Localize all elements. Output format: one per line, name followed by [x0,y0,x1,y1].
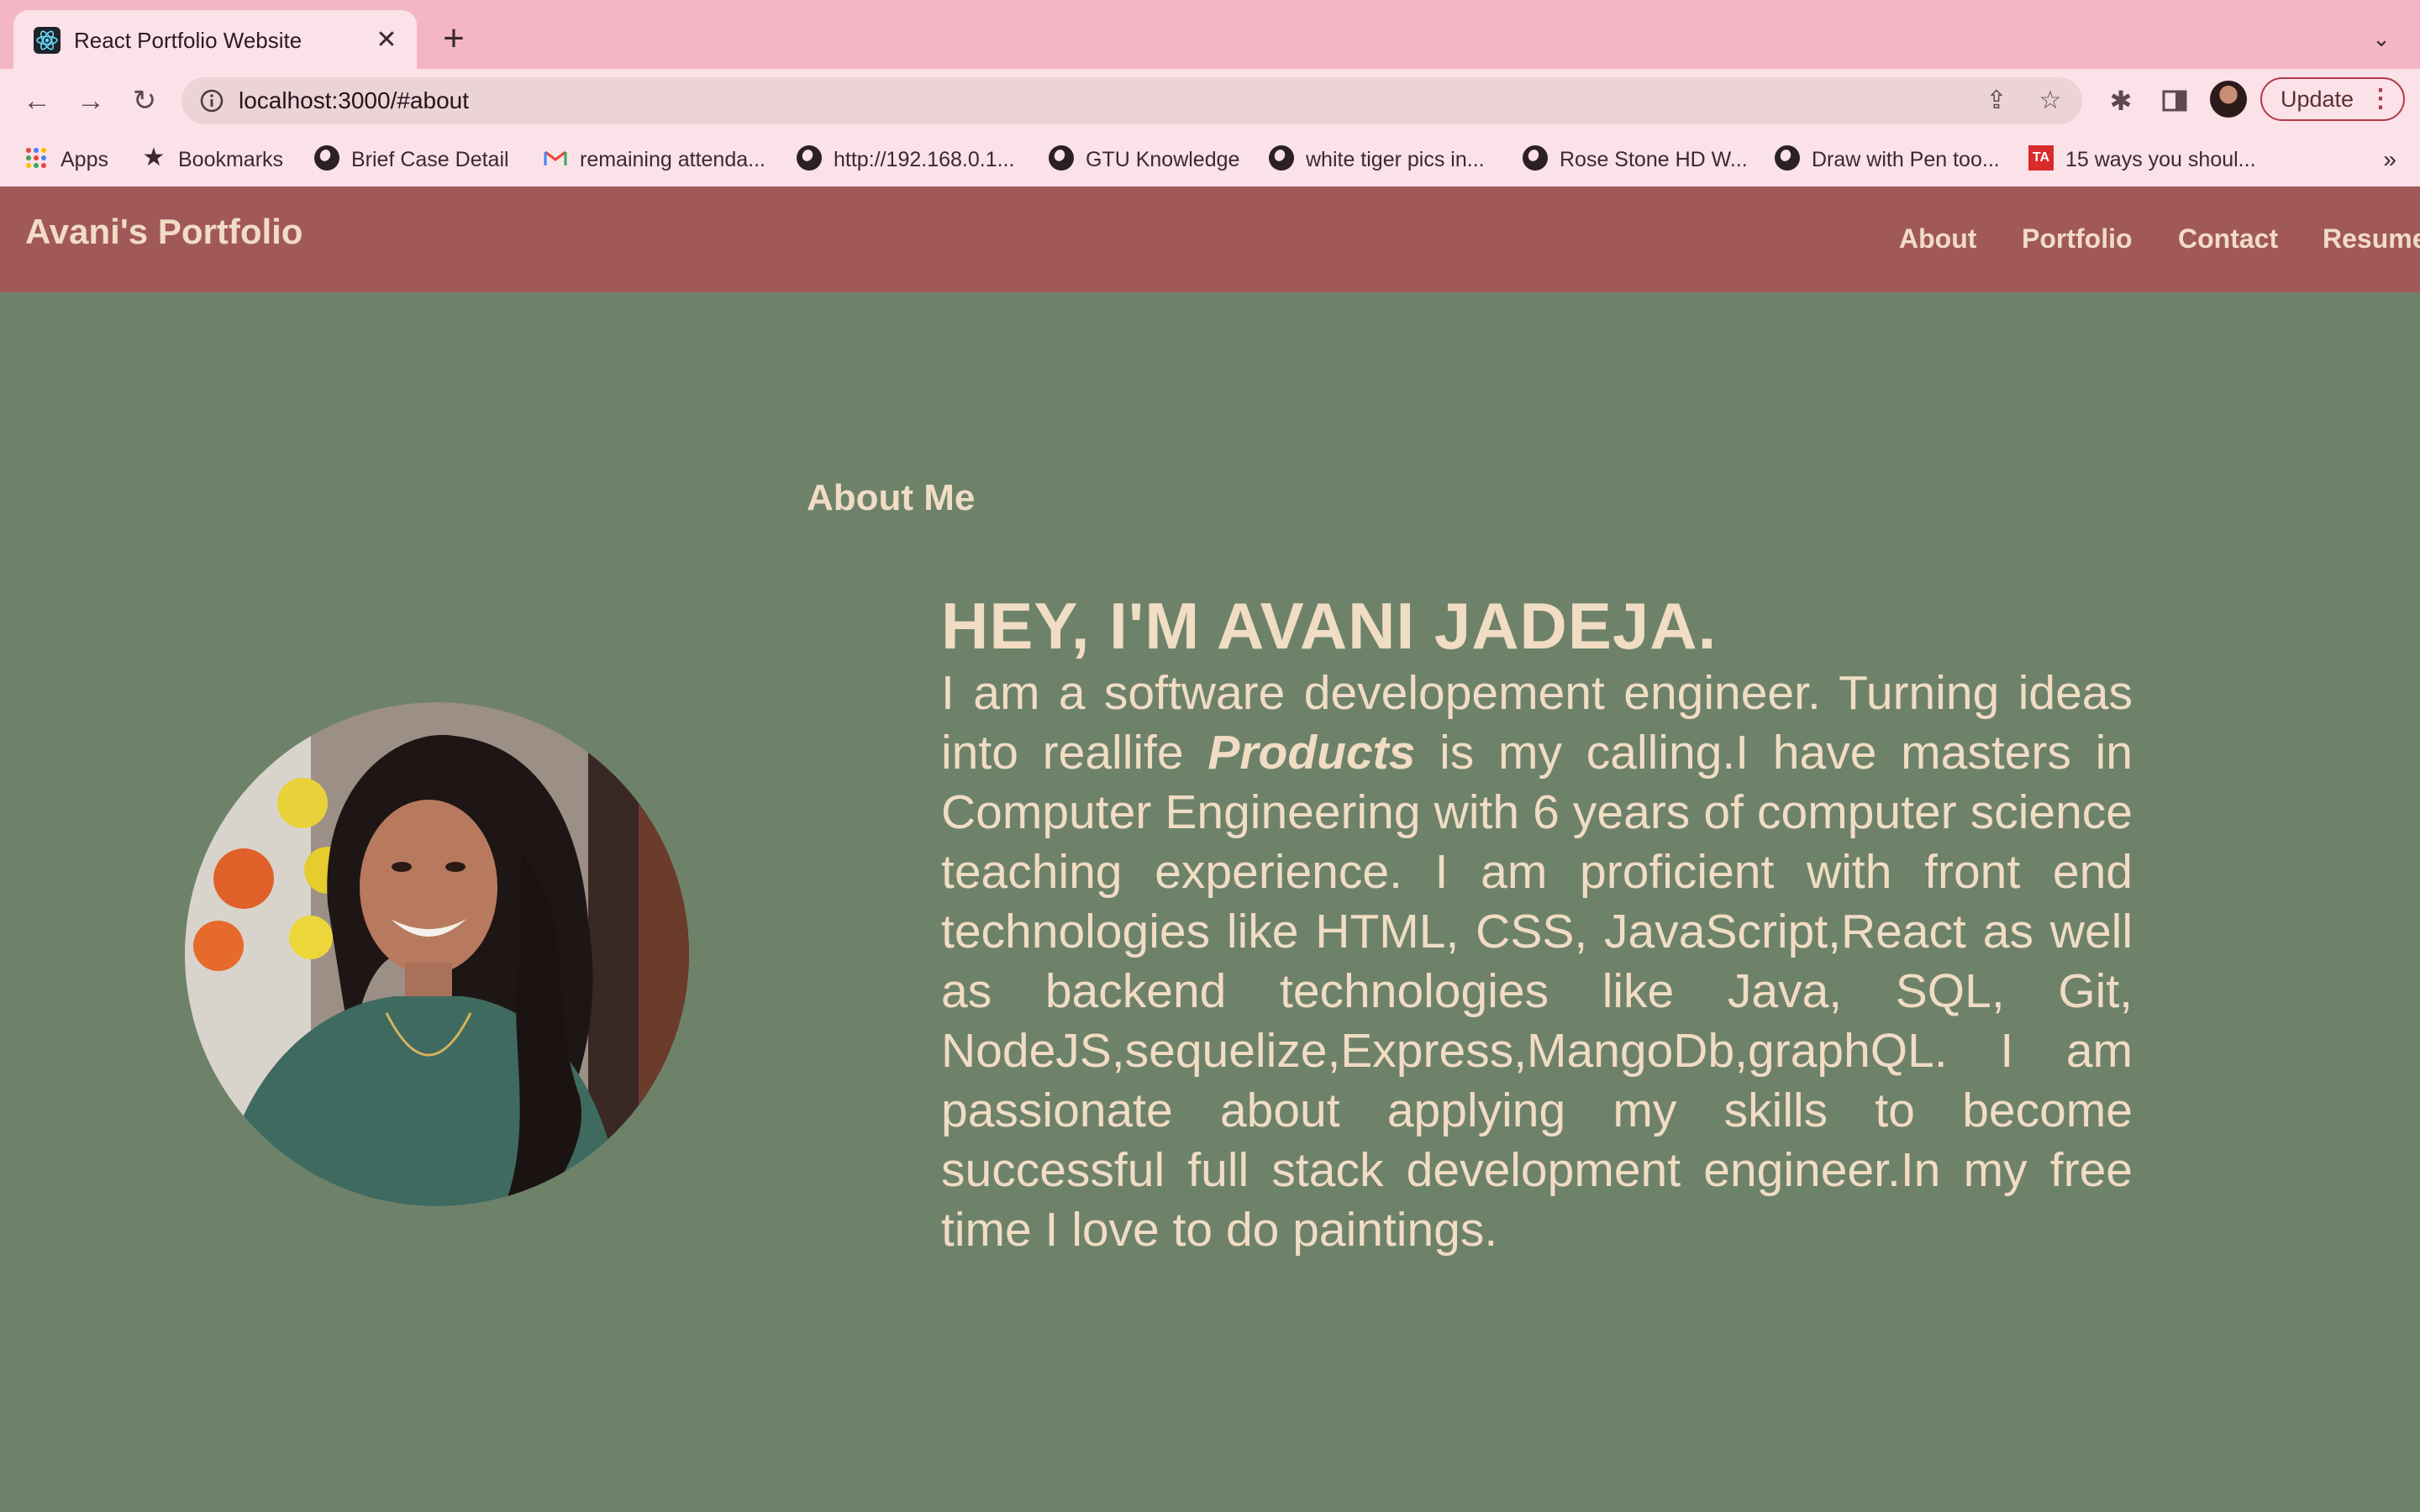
star-icon: ★ [142,144,166,172]
profile-photo [185,702,689,1206]
globe-icon [314,145,339,171]
nav-link-resume[interactable]: Resume [2323,223,2420,255]
url-text[interactable]: localhost:3000/#about [239,77,469,124]
bookmark-draw-with-pen[interactable]: Draw with Pen too... [1775,143,2000,176]
bookmark-gtu-knowledge[interactable]: GTU Knowledge [1049,143,1239,176]
profile-avatar[interactable] [2210,81,2247,118]
forward-arrow-icon[interactable]: → [71,81,111,121]
bookmark-remaining-attendance[interactable]: remaining attenda... [543,143,765,176]
back-arrow-icon[interactable]: ← [17,81,57,121]
tab-strip: React Portfolio Website ✕ + ⌄ [0,0,2420,69]
more-menu-icon[interactable]: ⋮ [2368,79,2393,119]
bookmark-label: Brief Case Detail [351,148,509,171]
bookmark-local-ip[interactable]: http://192.168.0.1... [797,143,1014,176]
side-panel-icon[interactable] [2158,84,2191,118]
update-button[interactable]: Update ⋮ [2260,77,2405,121]
bookmark-white-tiger[interactable]: white tiger pics in... [1269,143,1485,176]
tab-title: React Portfolio Website [74,28,302,53]
bookmark-star-icon[interactable]: ☆ [2035,86,2065,116]
bio-emphasis: Products [1207,726,1416,780]
section-title: About Me [807,477,976,518]
address-bar[interactable]: localhost:3000/#about ⇪ ☆ [182,77,2082,124]
site-info-icon[interactable] [198,87,225,114]
nav-link-contact[interactable]: Contact [2178,223,2278,255]
active-tab[interactable]: React Portfolio Website ✕ [13,10,417,69]
close-tab-icon[interactable]: ✕ [370,24,403,57]
update-label: Update [2281,87,2354,112]
site-brand[interactable]: Avani's Portfolio [25,212,302,252]
ta-icon: TA [2028,145,2054,171]
bookmark-label: remaining attenda... [580,148,765,171]
bio-paragraph: I am a software developement engineer. T… [941,664,2133,1260]
bookmark-label: Draw with Pen too... [1812,148,2000,171]
apps-grid-icon [24,145,49,171]
bookmark-apps[interactable]: Apps [24,143,108,176]
site-header: Avani's Portfolio About Portfolio Contac… [0,186,2420,292]
extensions-puzzle-icon[interactable]: ✱ [2104,84,2138,118]
reload-icon[interactable]: ↻ [124,81,165,121]
globe-icon [1269,145,1294,171]
bio-text-end: is my calling.I have masters in Computer… [941,726,2133,1257]
bookmark-label: Rose Stone HD W... [1560,148,1748,171]
bookmark-bookmarks[interactable]: ★ Bookmarks [141,143,284,176]
bookmark-label: 15 ways you shoul... [2065,148,2256,171]
bookmark-15-ways[interactable]: TA 15 ways you shoul... [2028,143,2256,176]
bookmark-rose-stone[interactable]: Rose Stone HD W... [1523,143,1748,176]
globe-icon [1049,145,1074,171]
new-tab-button[interactable]: + [434,20,474,60]
globe-icon [1775,145,1800,171]
browser-toolbar: ← → ↻ localhost:3000/#about ⇪ ☆ ✱ Update… [0,69,2420,133]
bookmark-label: http://192.168.0.1... [834,148,1015,171]
globe-icon [1523,145,1548,171]
bookmark-label: GTU Knowledge [1086,148,1240,171]
nav-link-portfolio[interactable]: Portfolio [2022,223,2133,255]
share-icon[interactable]: ⇪ [1981,86,2012,116]
gmail-icon [543,145,568,171]
globe-icon [797,145,822,171]
bookmark-label: Bookmarks [178,148,284,171]
bookmark-label: white tiger pics in... [1306,148,1485,171]
tab-search-chevron-icon[interactable]: ⌄ [2366,24,2396,54]
bookmark-brief-case-detail[interactable]: Brief Case Detail [314,143,509,176]
bookmarks-overflow-icon[interactable]: » [2383,143,2396,176]
intro-headline: HEY, I'M AVANI JADEJA. [941,589,1718,663]
bookmarks-bar: Apps ★ Bookmarks Brief Case Detail remain… [0,133,2420,187]
nav-link-about[interactable]: About [1899,223,1976,255]
react-logo-icon [34,27,60,54]
bookmark-label: Apps [60,148,108,171]
